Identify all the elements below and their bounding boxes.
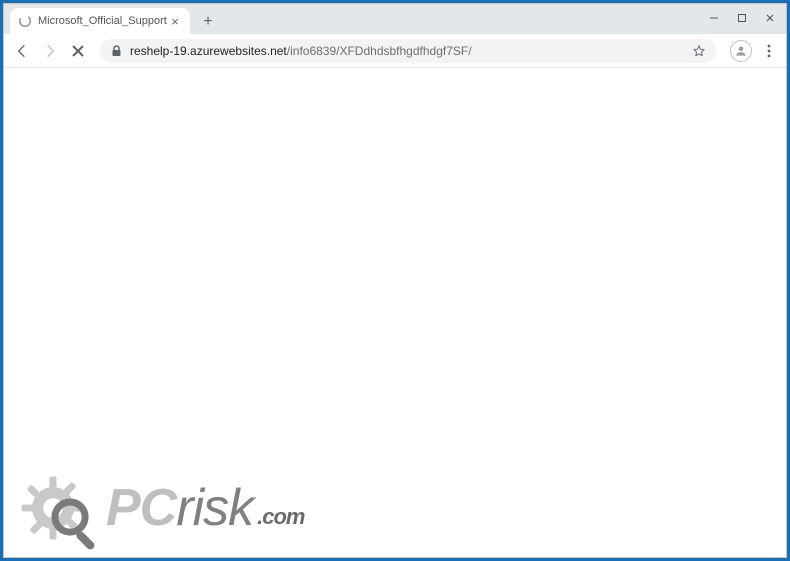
stop-reload-button[interactable] [66,39,90,63]
tab-favicon-spinner-icon [18,14,32,28]
window-maximize-button[interactable] [728,6,756,30]
watermark-logo-icon [18,467,100,549]
watermark-text: PCrisk .com [106,478,304,538]
watermark-risk: risk [176,478,253,538]
magnifier-icon [48,495,106,553]
browser-tab[interactable]: Microsoft_Official_Support × [10,8,190,34]
browser-menu-button[interactable] [758,39,780,63]
window-controls [700,4,784,32]
back-button[interactable] [10,39,34,63]
forward-button[interactable] [38,39,62,63]
pcrisk-watermark: PCrisk .com [18,467,304,549]
watermark-pc: PC [106,478,176,538]
bookmark-star-icon[interactable] [692,44,706,58]
browser-window: Microsoft_Official_Support × + [3,3,787,558]
page-content: PCrisk .com [4,68,786,557]
tab-strip: Microsoft_Official_Support × + [4,4,786,34]
lock-icon [110,45,122,57]
browser-toolbar: reshelp-19.azurewebsites.net/info6839/XF… [4,34,786,68]
profile-avatar-icon[interactable] [730,40,752,62]
tab-close-icon[interactable]: × [168,14,182,29]
url-domain: reshelp-19.azurewebsites.net [130,44,287,58]
window-close-button[interactable] [756,6,784,30]
url-path: /info6839/XFDdhdsbfhgdfhdgf7SF/ [287,44,472,58]
window-minimize-button[interactable] [700,6,728,30]
new-tab-button[interactable]: + [196,10,220,34]
address-bar[interactable]: reshelp-19.azurewebsites.net/info6839/XF… [100,39,716,63]
url-text: reshelp-19.azurewebsites.net/info6839/XF… [130,44,692,58]
watermark-dotcom: .com [257,504,304,530]
tab-title: Microsoft_Official_Support [38,15,168,27]
